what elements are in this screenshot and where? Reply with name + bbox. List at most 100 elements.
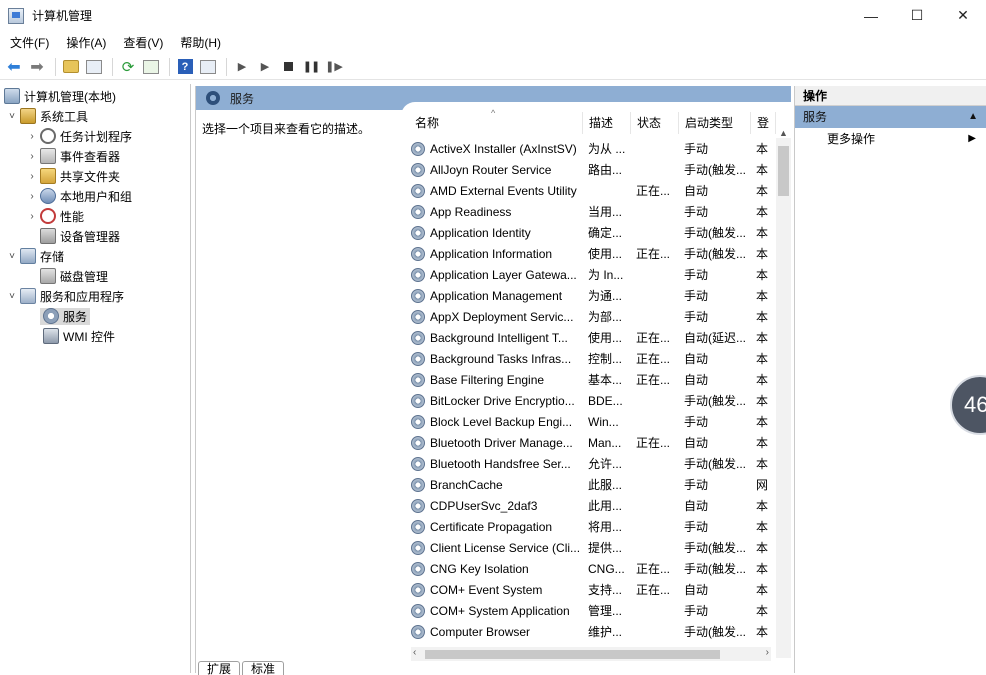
pause-service-icon[interactable]: ❚❚ bbox=[301, 57, 321, 77]
toolbar: ⬅ ➡ ⟳ ? ▶ ▶ ❚❚ ❚▶ bbox=[0, 54, 986, 80]
actions-section-services[interactable]: 服务 ▲ bbox=[795, 106, 986, 128]
chevron-right-icon[interactable]: › bbox=[26, 191, 38, 202]
menu-help[interactable]: 帮助(H) bbox=[170, 34, 228, 51]
service-row[interactable]: Bluetooth Handsfree Ser... 允许... 手动(触发... 本 bbox=[401, 453, 776, 474]
window-controls: — ☐ ✕ bbox=[848, 0, 986, 31]
service-row[interactable]: Application Information 使用... 正在... 手动(触发..… bbox=[401, 243, 776, 264]
service-description-cell: 控制... bbox=[588, 352, 623, 366]
services-header-title: 服务 bbox=[230, 91, 255, 106]
service-description-cell: 为通... bbox=[588, 289, 623, 303]
service-name: COM+ Event System bbox=[430, 582, 543, 597]
restart-service-icon[interactable]: ❚▶ bbox=[324, 57, 344, 77]
service-row[interactable]: Client License Service (Cli... 提供... 手动(触发… bbox=[401, 537, 776, 558]
chevron-right-icon[interactable]: › bbox=[26, 151, 38, 162]
close-button[interactable]: ✕ bbox=[940, 0, 986, 31]
maximize-button[interactable]: ☐ bbox=[894, 0, 940, 31]
menu-action[interactable]: 操作(A) bbox=[56, 34, 113, 51]
service-startup-cell: 自动 bbox=[684, 583, 709, 597]
column-description[interactable]: 描述 bbox=[583, 112, 631, 134]
service-name: BranchCache bbox=[430, 477, 503, 492]
service-row[interactable]: AppX Deployment Servic... 为部... 手动 本 bbox=[401, 306, 776, 327]
column-status[interactable]: 状态 bbox=[631, 112, 679, 134]
tree-item-storage[interactable]: ˅ 存储 bbox=[6, 246, 64, 266]
minimize-button[interactable]: — bbox=[848, 0, 894, 31]
back-arrow-icon[interactable]: ⬅ bbox=[4, 57, 24, 77]
tree-item-services-applications[interactable]: ˅ 服务和应用程序 bbox=[6, 286, 124, 306]
service-row[interactable]: BranchCache 此服... 手动 网 bbox=[401, 474, 776, 495]
action-more-actions[interactable]: 更多操作 ▶ bbox=[795, 128, 986, 150]
tree-item-local-users-groups[interactable]: › 本地用户和组 bbox=[26, 186, 132, 206]
service-startup-cell: 自动 bbox=[684, 184, 709, 198]
start-service-icon[interactable]: ▶ bbox=[232, 57, 252, 77]
chevron-down-icon[interactable]: ˅ bbox=[6, 291, 18, 302]
tree-item-device-manager[interactable]: 设备管理器 bbox=[40, 226, 120, 246]
service-row[interactable]: ActiveX Installer (AxInstSV) 为从 ... 手动 本 bbox=[401, 138, 776, 159]
help-icon[interactable]: ? bbox=[175, 57, 195, 77]
service-logon-cell: 本 bbox=[756, 415, 769, 429]
scroll-left-icon[interactable]: ‹ bbox=[413, 647, 416, 658]
service-row[interactable]: Application Management 为通... 手动 本 bbox=[401, 285, 776, 306]
service-row[interactable]: AllJoyn Router Service 路由... 手动(触发... 本 bbox=[401, 159, 776, 180]
tree-item-wmi-control[interactable]: WMI 控件 bbox=[43, 326, 115, 346]
chevron-down-icon[interactable]: ˅ bbox=[6, 111, 18, 122]
service-row[interactable]: Computer Browser 维护... 手动(触发... 本 bbox=[401, 621, 776, 642]
scroll-right-icon[interactable]: › bbox=[766, 647, 769, 658]
forward-arrow-icon[interactable]: ➡ bbox=[27, 57, 47, 77]
service-row[interactable]: Base Filtering Engine 基本... 正在... 自动 本 bbox=[401, 369, 776, 390]
service-name: COM+ System Application bbox=[430, 603, 570, 618]
service-gear-icon bbox=[411, 519, 425, 534]
show-hide-tree-icon[interactable] bbox=[84, 57, 104, 77]
service-name: CDPUserSvc_2daf3 bbox=[430, 498, 538, 513]
service-row[interactable]: Block Level Backup Engi... Win... 手动 本 bbox=[401, 411, 776, 432]
tree-item-disk-management[interactable]: 磁盘管理 bbox=[40, 266, 108, 286]
column-logon[interactable]: 登 bbox=[751, 112, 776, 134]
tree-item-services[interactable]: 服务 bbox=[40, 306, 91, 326]
service-startup-cell: 自动 bbox=[684, 373, 709, 387]
export-icon[interactable] bbox=[141, 57, 161, 77]
tree-item-task-scheduler[interactable]: › 任务计划程序 bbox=[26, 126, 132, 146]
chevron-right-icon[interactable]: › bbox=[26, 131, 38, 142]
chevron-right-icon[interactable]: › bbox=[26, 211, 38, 222]
tree-item-system-tools[interactable]: ˅ 系统工具 bbox=[6, 106, 88, 126]
menu-view[interactable]: 查看(V) bbox=[113, 34, 170, 51]
service-name-cell: Bluetooth Handsfree Ser... bbox=[401, 456, 583, 471]
service-row[interactable]: CNG Key Isolation CNG... 正在... 手动(触发... 本 bbox=[401, 558, 776, 579]
service-row[interactable]: Background Intelligent T... 使用... 正在... 自动(… bbox=[401, 327, 776, 348]
chevron-down-icon[interactable]: ˅ bbox=[6, 251, 18, 262]
start-service-alt-icon[interactable]: ▶ bbox=[255, 57, 275, 77]
scroll-up-icon[interactable]: ▲ bbox=[776, 128, 791, 138]
service-row[interactable]: AMD External Events Utility 正在... 自动 本 bbox=[401, 180, 776, 201]
column-startup-type[interactable]: 启动类型 bbox=[679, 112, 751, 134]
service-row[interactable]: Application Identity 确定... 手动(触发... 本 bbox=[401, 222, 776, 243]
service-row[interactable]: BitLocker Drive Encryptio... BDE... 手动(触发.… bbox=[401, 390, 776, 411]
service-row[interactable]: Bluetooth Driver Manage... Man... 正在... 自动 本 bbox=[401, 432, 776, 453]
tree-item-computer-management[interactable]: 计算机管理(本地) bbox=[4, 86, 116, 106]
menu-file[interactable]: 文件(F) bbox=[0, 34, 56, 51]
service-row[interactable]: COM+ System Application 管理... 手动 本 bbox=[401, 600, 776, 621]
scrollbar-thumb[interactable] bbox=[778, 146, 789, 196]
scrollbar-thumb[interactable] bbox=[425, 650, 720, 659]
service-row[interactable]: COM+ Event System 支持... 正在... 自动 本 bbox=[401, 579, 776, 600]
collapse-up-icon[interactable]: ▲ bbox=[968, 106, 978, 128]
service-row[interactable]: Certificate Propagation 将用... 手动 本 bbox=[401, 516, 776, 537]
horizontal-scrollbar[interactable]: ‹ › bbox=[411, 647, 771, 661]
service-row[interactable]: CDPUserSvc_2daf3 此用... 自动 本 bbox=[401, 495, 776, 516]
service-row[interactable]: App Readiness 当用... 手动 本 bbox=[401, 201, 776, 222]
chevron-right-icon[interactable]: › bbox=[26, 171, 38, 182]
refresh-icon[interactable]: ⟳ bbox=[118, 57, 138, 77]
tree-item-performance[interactable]: › 性能 bbox=[26, 206, 84, 226]
stop-service-icon[interactable] bbox=[278, 57, 298, 77]
service-row[interactable]: Application Layer Gatewa... 为 In... 手动 本 bbox=[401, 264, 776, 285]
service-startup-cell: 手动 bbox=[684, 142, 709, 156]
service-gear-icon bbox=[411, 141, 425, 156]
column-name[interactable]: 名称 bbox=[401, 112, 583, 134]
tree-item-shared-folders[interactable]: › 共享文件夹 bbox=[26, 166, 120, 186]
service-name-cell: Base Filtering Engine bbox=[401, 372, 583, 387]
console-tree-icon[interactable] bbox=[198, 57, 218, 77]
tree-item-event-viewer[interactable]: › 事件查看器 bbox=[26, 146, 120, 166]
folder-up-icon[interactable] bbox=[61, 57, 81, 77]
service-gear-icon bbox=[411, 498, 425, 513]
service-row[interactable]: Background Tasks Infras... 控制... 正在... 自动 本 bbox=[401, 348, 776, 369]
vertical-scrollbar[interactable]: ▲ ▼ bbox=[776, 128, 791, 658]
clock-icon bbox=[40, 128, 56, 144]
